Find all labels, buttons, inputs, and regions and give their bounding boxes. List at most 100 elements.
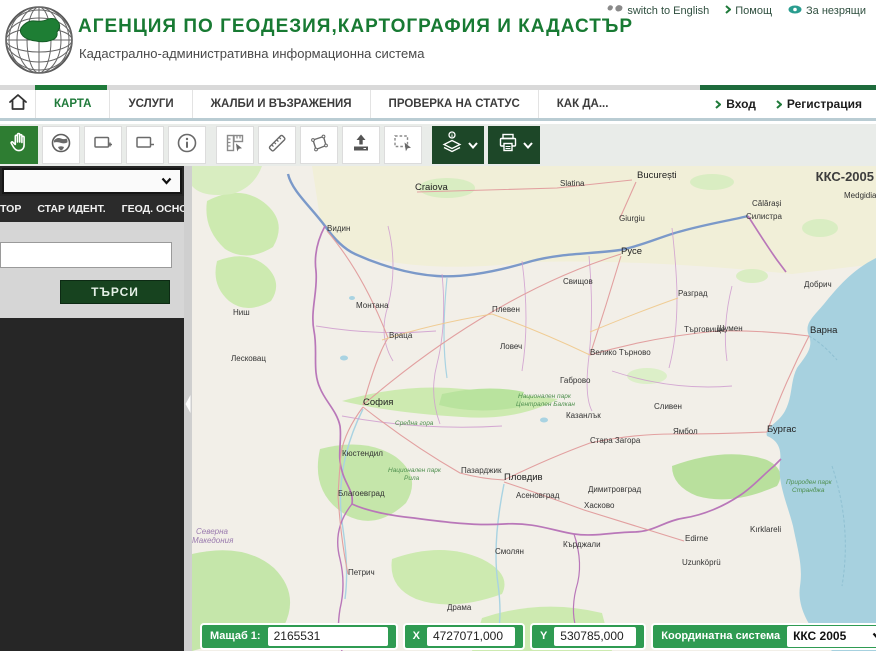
map-crs-label: ККС-2005	[816, 169, 874, 184]
map-label: Разград	[678, 289, 708, 298]
tab-proverka[interactable]: ПРОВЕРКА НА СТАТУС	[370, 90, 538, 118]
map-toolbar	[0, 124, 876, 166]
map-label: Edirne	[685, 534, 709, 543]
map-label: Казанлък	[566, 411, 601, 420]
map-label: Асеновград	[516, 491, 560, 500]
search-button[interactable]: ТЪРСИ	[60, 280, 170, 304]
map-label: Свищов	[563, 277, 593, 286]
map-label: Враца	[389, 331, 413, 340]
map-label: Природен парк	[786, 478, 833, 486]
measure-area-button[interactable]	[300, 126, 338, 164]
login-link[interactable]: Вход	[715, 97, 756, 111]
tab-zhalbi[interactable]: ЖАЛБИ И ВЪЗРАЖЕНИЯ	[192, 90, 370, 118]
tab-karta[interactable]: КАРТА	[35, 90, 109, 118]
x-label: X	[413, 630, 420, 642]
search-form: ТЪРСИ	[0, 222, 184, 318]
tab-uslugi[interactable]: УСЛУГИ	[109, 90, 191, 118]
y-coordinate-input[interactable]	[554, 627, 636, 646]
main-nav: КАРТА УСЛУГИ ЖАЛБИ И ВЪЗРАЖЕНИЯ ПРОВЕРКА…	[0, 90, 876, 121]
map-label: Шумен	[717, 324, 743, 333]
accessibility-link[interactable]: За незрящи	[788, 5, 866, 17]
map-label: Централен Балкан	[516, 401, 575, 408]
map-label: Сливен	[654, 402, 682, 411]
map-label: Пловдив	[504, 472, 543, 483]
ruler-diagonal-icon	[265, 131, 289, 160]
info-circle-icon	[175, 131, 199, 160]
map-label: Slatina	[560, 179, 585, 188]
map-label: Видин	[327, 224, 350, 233]
pan-tool-button[interactable]	[0, 126, 38, 164]
page-title: АГЕНЦИЯ ПО ГЕОДЕЗИЯ,КАРТОГРАФИЯ И КАДАСТ…	[78, 16, 633, 38]
search-type-select[interactable]	[2, 168, 182, 194]
hand-pan-icon	[7, 131, 31, 160]
chevron-down-icon	[523, 136, 533, 154]
zoom-in-box-button[interactable]	[84, 126, 122, 164]
search-tab-geod-osnova[interactable]: ГЕОД. ОСНОВА	[122, 203, 184, 215]
print-menu-button[interactable]	[488, 126, 540, 164]
map-label: Стара Загора	[590, 436, 641, 445]
map-label: Călărași	[752, 199, 782, 208]
x-coordinate-input[interactable]	[427, 627, 515, 646]
map-label: Благоевград	[338, 489, 385, 498]
map-status-bar: Мащаб 1: X Y Координатна система ККС 200…	[192, 621, 876, 651]
map-label: Драма	[447, 603, 472, 612]
map-label: Craiova	[415, 182, 448, 193]
app-header: АГЕНЦИЯ ПО ГЕОДЕЗИЯ,КАРТОГРАФИЯ И КАДАСТ…	[0, 0, 876, 85]
zoom-out-rectangle-icon	[133, 131, 157, 160]
map-label: Петрич	[348, 568, 375, 577]
x-coordinate-box: X	[403, 623, 525, 650]
zoom-in-rectangle-icon	[91, 131, 115, 160]
y-label: Y	[540, 630, 547, 642]
zoom-out-box-button[interactable]	[126, 126, 164, 164]
eye-icon	[788, 5, 802, 17]
home-button[interactable]	[0, 90, 35, 118]
chevron-down-icon	[468, 136, 478, 154]
search-tab-star-ident[interactable]: СТАР ИДЕНТ.	[37, 203, 105, 215]
layers-info-menu-button[interactable]	[432, 126, 484, 164]
search-tabs: ТОР СТАР ИДЕНТ. ГЕОД. ОСНОВА	[0, 196, 184, 222]
map-label: Габрово	[560, 376, 591, 385]
chevron-right-icon	[776, 100, 782, 109]
map-canvas[interactable]: CraiovaSlatinaBucureștiGiurgiuCălărașiMe…	[192, 166, 876, 651]
tab-kak-da[interactable]: КАК ДА...	[538, 90, 627, 118]
map-label: Русе	[621, 246, 642, 257]
import-file-button[interactable]	[342, 126, 380, 164]
world-view-button[interactable]	[42, 126, 80, 164]
map-label: Uzunköprü	[682, 558, 721, 567]
auth-links: Вход Регистрация	[715, 90, 876, 118]
map-label: Medgidia	[844, 191, 876, 200]
map-label: Смолян	[495, 547, 524, 556]
polygon-icon	[307, 131, 331, 160]
switch-language-link[interactable]: switch to English	[607, 4, 709, 17]
scale-input[interactable]	[268, 627, 388, 646]
search-tab-identifikator[interactable]: ТОР	[0, 203, 21, 215]
scale-box: Мащаб 1:	[200, 623, 398, 650]
measure-distance-button[interactable]	[258, 126, 296, 164]
agency-globe-logo	[4, 2, 76, 85]
map-label: Плевен	[492, 305, 520, 314]
map-label: Хасково	[584, 501, 615, 510]
map-label: Велико Търново	[590, 348, 651, 357]
sidebar-collapse-handle[interactable]	[184, 391, 192, 417]
page-subtitle: Кадастрално-административна информационн…	[79, 46, 424, 61]
select-rectangle-icon	[391, 131, 415, 160]
map-label: Северна	[196, 527, 229, 536]
map-label: Giurgiu	[619, 214, 645, 223]
chevron-down-icon	[161, 172, 172, 190]
chevron-right-icon	[715, 100, 721, 109]
search-input[interactable]	[0, 242, 172, 268]
map-label: Средна гора	[395, 419, 434, 427]
crs-select[interactable]: ККС 2005	[787, 626, 876, 647]
map-label: Кърджали	[563, 540, 601, 549]
collapse-arrow-icon	[185, 395, 191, 413]
map-label: София	[363, 397, 393, 408]
map-label: Добрич	[804, 280, 832, 289]
object-info-button[interactable]	[168, 126, 206, 164]
help-link[interactable]: Помощ	[725, 5, 772, 17]
map-label: Варна	[810, 325, 838, 336]
world-map-icon	[607, 4, 623, 17]
register-link[interactable]: Регистрация	[776, 97, 862, 111]
select-region-button[interactable]	[384, 126, 422, 164]
globe-icon	[49, 131, 73, 160]
measure-position-button[interactable]	[216, 126, 254, 164]
